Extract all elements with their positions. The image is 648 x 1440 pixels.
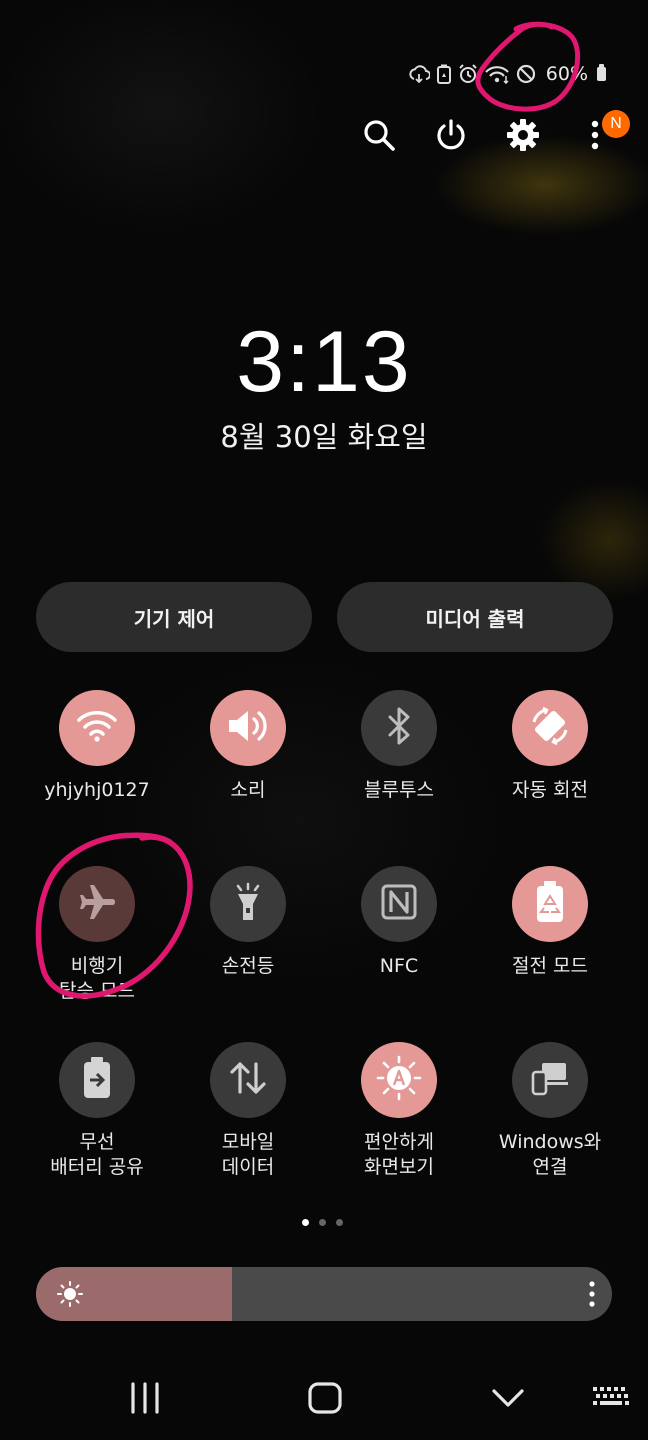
tile-eye-comfort[interactable]: 편안하게 화면보기 bbox=[324, 1042, 474, 1180]
navigation-bar bbox=[0, 1372, 648, 1432]
wifi-icon bbox=[484, 64, 510, 84]
tile-mobile-data[interactable]: 모바일 데이터 bbox=[173, 1042, 323, 1180]
more-vert-icon bbox=[590, 118, 600, 156]
tile-wifi[interactable]: yhjyhj0127 bbox=[22, 690, 172, 803]
brightness-slider[interactable] bbox=[36, 1267, 612, 1321]
home-button[interactable] bbox=[300, 1372, 350, 1428]
flashlight-icon bbox=[230, 881, 266, 927]
alarm-icon bbox=[458, 64, 478, 84]
device-control-button[interactable]: 기기 제어 bbox=[36, 582, 312, 652]
tile-label: 손전등 bbox=[221, 955, 275, 977]
page-dot-active[interactable] bbox=[302, 1219, 309, 1226]
auto-rotate-icon bbox=[528, 704, 572, 752]
tile-link-to-windows[interactable]: Windows와 연결 bbox=[475, 1042, 625, 1180]
tile-bluetooth[interactable]: 블루투스 bbox=[324, 690, 474, 803]
recents-icon bbox=[128, 1382, 162, 1418]
tile-nfc[interactable]: NFC bbox=[324, 866, 474, 979]
page-indicator bbox=[302, 1219, 343, 1226]
clock-date: 8월 30일 화요일 bbox=[220, 420, 428, 454]
link-to-windows-icon bbox=[528, 1058, 572, 1102]
tile-label: 절전 모드 bbox=[512, 955, 588, 977]
keyboard-icon bbox=[591, 1385, 631, 1415]
mobile-data-icon bbox=[228, 1058, 268, 1102]
battery-percentage: 60% bbox=[545, 63, 588, 85]
tile-label: 자동 회전 bbox=[512, 779, 588, 801]
page-dot[interactable] bbox=[319, 1219, 326, 1226]
battery-icon bbox=[597, 64, 606, 81]
tile-label: 비행기 탑승 모드 bbox=[59, 955, 135, 1002]
tile-label: 무선 배터리 공유 bbox=[50, 1131, 144, 1178]
battery-saver-icon bbox=[436, 64, 452, 84]
tile-bluetooth-toggle[interactable] bbox=[361, 690, 437, 766]
tile-wireless-battery-share-toggle[interactable] bbox=[59, 1042, 135, 1118]
tile-label: 편안하게 화면보기 bbox=[364, 1131, 434, 1178]
status-bar: 60% bbox=[408, 60, 606, 88]
sun-icon bbox=[56, 1280, 84, 1312]
tile-mobile-data-toggle[interactable] bbox=[210, 1042, 286, 1118]
tile-auto-rotate[interactable]: 자동 회전 bbox=[475, 690, 625, 803]
quick-panel-actions: N bbox=[362, 110, 630, 158]
tile-sound[interactable]: 소리 bbox=[173, 690, 323, 803]
cloud-sync-icon bbox=[408, 64, 430, 84]
eye-comfort-icon bbox=[375, 1054, 423, 1106]
page-dot[interactable] bbox=[336, 1219, 343, 1226]
tile-wifi-toggle[interactable] bbox=[59, 690, 135, 766]
power-saving-icon bbox=[535, 880, 565, 928]
media-output-button[interactable]: 미디어 출력 bbox=[337, 582, 613, 652]
tile-airplane-mode-toggle[interactable] bbox=[59, 866, 135, 942]
wifi-icon bbox=[76, 708, 118, 748]
notification-badge: N bbox=[602, 110, 630, 138]
tile-link-to-windows-toggle[interactable] bbox=[512, 1042, 588, 1118]
tile-eye-comfort-toggle[interactable] bbox=[361, 1042, 437, 1118]
wireless-battery-share-icon bbox=[82, 1056, 112, 1104]
tile-label: yhjyhj0127 bbox=[44, 779, 150, 801]
more-vert-icon[interactable] bbox=[588, 1279, 596, 1313]
tile-flashlight-toggle[interactable] bbox=[210, 866, 286, 942]
nfc-icon bbox=[380, 883, 418, 925]
home-icon bbox=[307, 1381, 343, 1419]
tile-wireless-battery-share[interactable]: 무선 배터리 공유 bbox=[22, 1042, 172, 1180]
back-icon bbox=[491, 1386, 525, 1414]
tile-sound-toggle[interactable] bbox=[210, 690, 286, 766]
tile-power-saving[interactable]: 절전 모드 bbox=[475, 866, 625, 979]
tile-flashlight[interactable]: 손전등 bbox=[173, 866, 323, 979]
power-icon bbox=[434, 118, 468, 156]
airplane-icon bbox=[77, 882, 117, 926]
tile-label: 소리 bbox=[230, 779, 266, 801]
more-options-button[interactable]: N bbox=[578, 110, 630, 158]
tile-auto-rotate-toggle[interactable] bbox=[512, 690, 588, 766]
volume-icon bbox=[226, 707, 270, 749]
tile-nfc-toggle[interactable] bbox=[361, 866, 437, 942]
tile-label: 모바일 데이터 bbox=[221, 1131, 275, 1178]
gear-icon bbox=[506, 118, 540, 156]
tile-label: NFC bbox=[379, 955, 419, 977]
settings-button[interactable] bbox=[506, 116, 540, 158]
tile-label: Windows와 연결 bbox=[498, 1131, 602, 1178]
do-not-disturb-icon bbox=[516, 64, 536, 84]
tile-power-saving-toggle[interactable] bbox=[512, 866, 588, 942]
power-button[interactable] bbox=[434, 116, 468, 158]
bluetooth-icon bbox=[384, 706, 414, 750]
search-icon bbox=[363, 119, 395, 155]
keyboard-button[interactable] bbox=[588, 1372, 634, 1428]
back-button[interactable] bbox=[483, 1372, 533, 1428]
tile-label: 블루투스 bbox=[364, 779, 434, 801]
clock-time: 3:13 bbox=[236, 314, 412, 410]
recents-button[interactable] bbox=[120, 1372, 170, 1428]
search-button[interactable] bbox=[362, 116, 396, 158]
tile-airplane-mode[interactable]: 비행기 탑승 모드 bbox=[22, 866, 172, 1004]
